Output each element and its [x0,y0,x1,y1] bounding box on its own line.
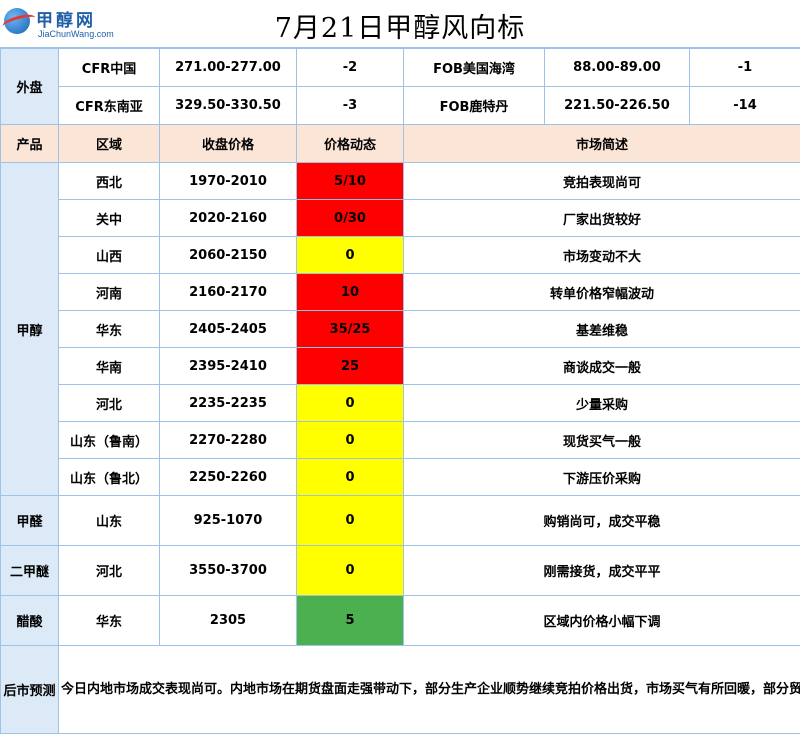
price-cell: 3550-3700 [159,545,297,596]
price-cell: 2020-2160 [159,199,297,237]
region-cell: 华南 [58,347,160,385]
price-cell: 2060-2150 [159,236,297,274]
summary-cell: 刚需接货，成交平平 [403,545,800,596]
external-change: -1 [689,48,800,87]
change-cell: 5/10 [296,162,404,200]
change-cell: 10 [296,273,404,311]
external-row: CFR东南亚 329.50-330.50 -3 FOB鹿特丹 221.50-22… [1,86,800,125]
summary-cell: 少量采购 [403,384,800,422]
region-cell: 关中 [58,199,160,237]
region-cell: 山东 [58,495,160,546]
price-cell: 2235-2235 [159,384,297,422]
change-cell: 0 [296,236,404,274]
price-cell: 2270-2280 [159,421,297,459]
summary-cell: 现货买气一般 [403,421,800,459]
region-cell: 河北 [58,545,160,596]
product-label-dme: 二甲醚 [0,545,59,596]
external-price: 221.50-226.50 [544,86,690,125]
external-change: -3 [296,86,404,125]
table-row: 山东（鲁北） 2250-2260 0 下游压价采购 [1,458,800,496]
region-cell: 山西 [58,236,160,274]
change-cell: 25 [296,347,404,385]
table-row: 华南 2395-2410 25 商谈成交一般 [1,347,800,385]
forecast-row: 后市预测 今日内地市场成交表现尚可。内地市场在期货盘面走强带动下，部分生产企业顺… [0,645,800,734]
forecast-label: 后市预测 [0,645,59,734]
external-name: FOB美国海湾 [403,48,545,87]
external-name: CFR东南亚 [58,86,160,125]
change-cell: 0 [296,495,404,546]
table-row: 华东 2405-2405 35/25 基差维稳 [1,310,800,348]
region-cell: 华东 [58,595,160,646]
external-price: 271.00-277.00 [159,48,297,87]
price-cell: 2250-2260 [159,458,297,496]
product-label-acetic: 醋酸 [0,595,59,646]
table-row: 二甲醚 河北 3550-3700 0 刚需接货，成交平平 [0,545,800,596]
change-cell: 0 [296,384,404,422]
summary-cell: 转单价格窄幅波动 [403,273,800,311]
summary-cell: 下游压价采购 [403,458,800,496]
table-row: 山西 2060-2150 0 市场变动不大 [1,236,800,274]
price-cell: 925-1070 [159,495,297,546]
table-row: 河北 2235-2235 0 少量采购 [1,384,800,422]
external-row: 外盘 CFR中国 271.00-277.00 -2 FOB美国海湾 88.00-… [0,48,800,125]
change-cell: 35/25 [296,310,404,348]
header: 甲醇网 JiaChunWang.com 7月21日甲醇风向标 [0,0,800,48]
table-row: 河南 2160-2170 10 转单价格窄幅波动 [1,273,800,311]
region-cell: 河北 [58,384,160,422]
price-cell: 1970-2010 [159,162,297,200]
price-cell: 2395-2410 [159,347,297,385]
summary-cell: 市场变动不大 [403,236,800,274]
price-cell: 2405-2405 [159,310,297,348]
change-cell: 0 [296,421,404,459]
change-cell: 0 [296,458,404,496]
header-product: 产品 [0,124,59,163]
region-cell: 河南 [58,273,160,311]
summary-cell: 竞拍表现尚可 [403,162,800,200]
summary-cell: 商谈成交一般 [403,347,800,385]
price-cell: 2160-2170 [159,273,297,311]
change-cell: 0 [296,545,404,596]
change-cell: 5 [296,595,404,646]
external-change: -2 [296,48,404,87]
external-price: 88.00-89.00 [544,48,690,87]
external-name: FOB鹿特丹 [403,86,545,125]
header-region: 区域 [58,124,160,163]
price-table: 外盘 CFR中国 271.00-277.00 -2 FOB美国海湾 88.00-… [0,48,800,734]
summary-cell: 区域内价格小幅下调 [403,595,800,646]
header-dynamics: 价格动态 [296,124,404,163]
product-label-methanol: 甲醇 [0,162,59,496]
external-name: CFR中国 [58,48,160,87]
external-change: -14 [689,86,800,125]
table-row: 甲醛 山东 925-1070 0 购销尚可，成交平稳 [0,495,800,546]
summary-cell: 基差维稳 [403,310,800,348]
region-cell: 山东（鲁北） [58,458,160,496]
external-label: 外盘 [0,48,59,125]
header-summary: 市场简述 [403,124,800,163]
table-row: 甲醇 西北 1970-2010 5/10 竞拍表现尚可 [0,162,800,496]
table-row: 山东（鲁南） 2270-2280 0 现货买气一般 [1,421,800,459]
price-cell: 2305 [159,595,297,646]
header-row: 产品 区域 收盘价格 价格动态 市场简述 [0,124,800,163]
table-row: 醋酸 华东 2305 5 区域内价格小幅下调 [0,595,800,646]
table-row: 关中 2020-2160 0/30 厂家出货较好 [1,199,800,237]
change-cell: 0/30 [296,199,404,237]
page-title: 7月21日甲醇风向标 [274,13,526,44]
region-cell: 华东 [58,310,160,348]
forecast-text: 今日内地市场成交表现尚可。内地市场在期货盘面走强带动下，部分生产企业顺势继续竞拍… [58,645,800,734]
summary-cell: 购销尚可，成交平稳 [403,495,800,546]
external-price: 329.50-330.50 [159,86,297,125]
header-close-price: 收盘价格 [159,124,297,163]
summary-cell: 厂家出货较好 [403,199,800,237]
region-cell: 西北 [58,162,160,200]
product-label-formaldehyde: 甲醛 [0,495,59,546]
region-cell: 山东（鲁南） [58,421,160,459]
